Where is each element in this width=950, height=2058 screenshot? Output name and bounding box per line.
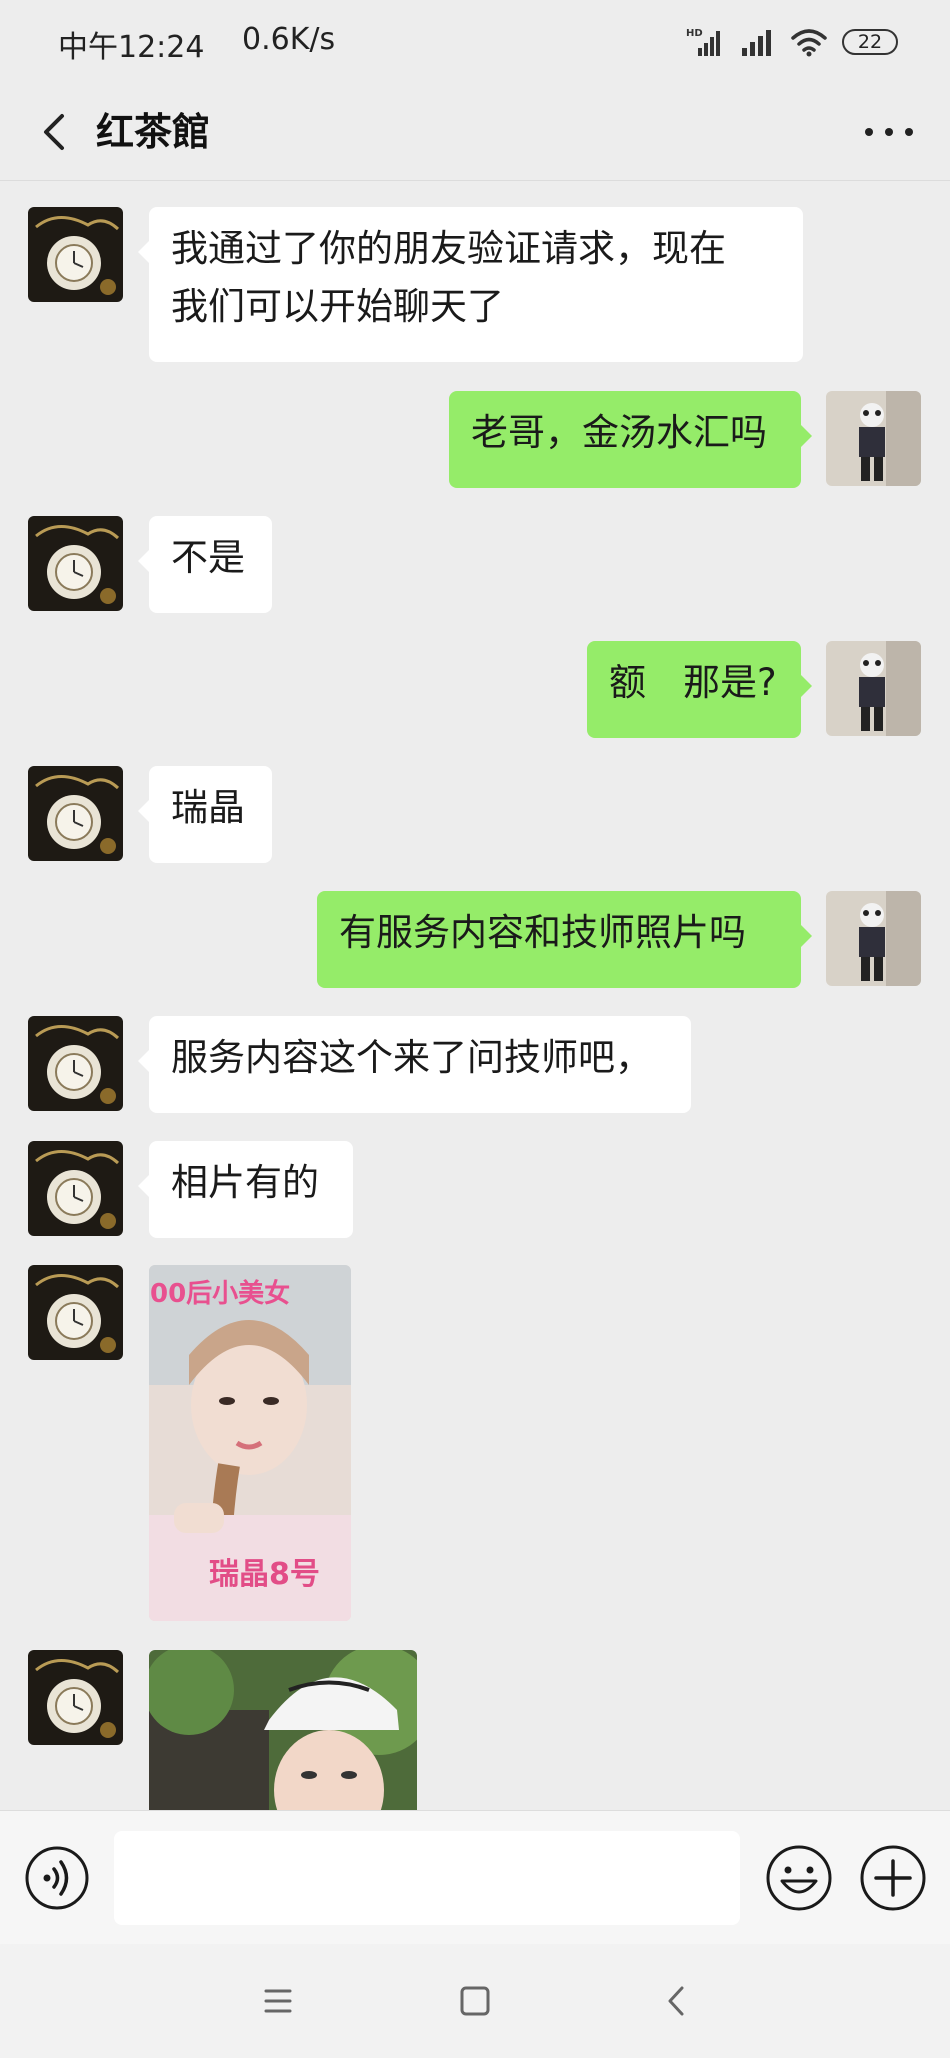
contact-avatar[interactable] xyxy=(28,766,123,861)
contact-avatar[interactable] xyxy=(28,1650,123,1745)
image-message[interactable]: 00后小美女 瑞晶8号 xyxy=(149,1265,351,1621)
battery-level: 22 xyxy=(857,31,883,53)
emoji-icon[interactable] xyxy=(764,1843,834,1913)
status-network-speed: 0.6K/s xyxy=(242,22,336,57)
message-bubble-outgoing[interactable]: 额 那是? xyxy=(587,641,812,738)
menu-icon[interactable] xyxy=(251,1974,305,2028)
signal-hd-icon: HD xyxy=(686,28,720,56)
photo-caption-bottom: 瑞晶8号 xyxy=(209,1557,320,1592)
input-bar xyxy=(0,1810,950,1945)
message-bubble-incoming[interactable]: 我通过了你的朋友验证请求，现在 我们可以开始聊天了 xyxy=(138,207,803,362)
home-square-icon[interactable] xyxy=(448,1974,502,2028)
message-bubble-outgoing[interactable]: 有服务内容和技师照片吗 xyxy=(317,891,812,988)
more-horizontal-icon[interactable] xyxy=(854,102,924,162)
chat-title: 红茶館 xyxy=(96,110,211,154)
contact-avatar[interactable] xyxy=(28,207,123,302)
contact-avatar[interactable] xyxy=(28,516,123,611)
back-triangle-icon[interactable] xyxy=(650,1974,704,2028)
status-icons: HD 22 xyxy=(686,24,898,60)
my-avatar[interactable] xyxy=(826,891,921,986)
message-bubble-incoming[interactable]: 瑞晶 xyxy=(138,766,272,863)
contact-avatar[interactable] xyxy=(28,1265,123,1360)
plus-circle-icon[interactable] xyxy=(858,1843,928,1913)
message-input[interactable] xyxy=(114,1831,740,1925)
image-message[interactable] xyxy=(149,1650,417,1810)
chat-header: 红茶館 xyxy=(0,84,950,181)
status-bar: 中午12:24 0.6K/s HD 22 xyxy=(0,0,950,84)
battery-icon: 22 xyxy=(842,29,898,55)
voice-icon[interactable] xyxy=(24,1845,90,1911)
chevron-left-icon[interactable] xyxy=(28,102,88,162)
contact-avatar[interactable] xyxy=(28,1016,123,1111)
message-bubble-incoming[interactable]: 相片有的 xyxy=(138,1141,353,1238)
message-bubble-outgoing[interactable]: 老哥，金汤水汇吗 xyxy=(449,391,812,488)
network-label: HD xyxy=(686,28,703,39)
photo-outdoor xyxy=(149,1650,417,1810)
message-bubble-incoming[interactable]: 服务内容这个来了问技师吧， xyxy=(138,1016,691,1113)
status-time: 中午12:24 xyxy=(58,30,205,65)
my-avatar[interactable] xyxy=(826,391,921,486)
signal-icon xyxy=(742,30,771,56)
wifi-icon xyxy=(791,29,827,57)
my-avatar[interactable] xyxy=(826,641,921,736)
message-bubble-incoming[interactable]: 不是 xyxy=(138,516,272,613)
contact-avatar[interactable] xyxy=(28,1141,123,1236)
photo-caption-top: 00后小美女 xyxy=(150,1279,291,1309)
system-nav-bar xyxy=(0,1944,950,2058)
